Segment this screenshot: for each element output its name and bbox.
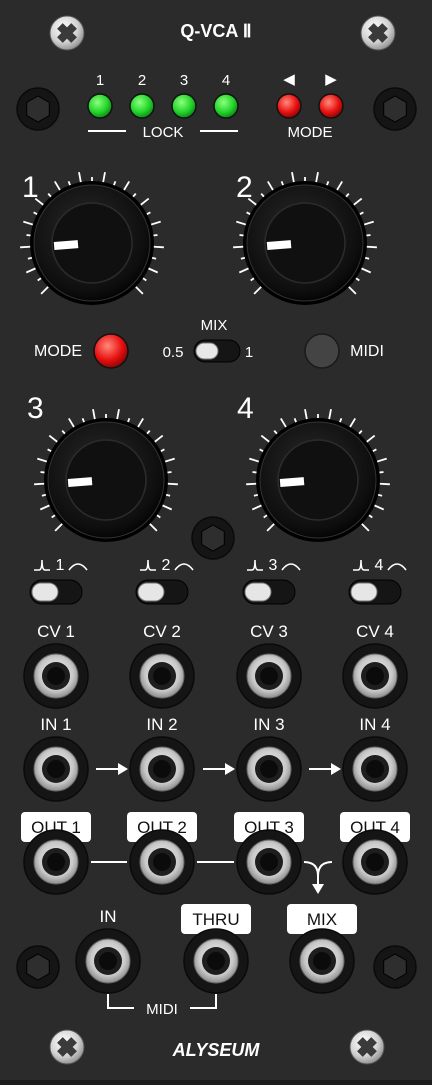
curve-switch-2[interactable] — [135, 579, 189, 605]
arrow-right-icon — [96, 763, 128, 775]
knob-label-3: 3 — [27, 392, 44, 425]
lock-number-3: 3 — [180, 72, 188, 89]
curve-switch-label-3: 3 — [269, 557, 278, 574]
curve-switch-3[interactable] — [242, 579, 296, 605]
curve-switch-4[interactable] — [348, 579, 402, 605]
lock-number-1: 1 — [96, 72, 104, 89]
in-label-1: IN 1 — [40, 715, 71, 734]
curve-legend-3: 3 — [247, 557, 301, 574]
cv-jack-3[interactable] — [236, 643, 302, 709]
mix-switch[interactable] — [193, 339, 241, 363]
out-jack-1[interactable] — [23, 829, 89, 895]
brand-logo: ALYSEUM — [172, 1040, 261, 1060]
mix-out-jack[interactable] — [289, 928, 355, 994]
phillips-screw-icon — [49, 1029, 85, 1065]
lock-led-2 — [129, 93, 155, 119]
midi-thru-jack[interactable] — [183, 928, 249, 994]
mode-led-group: ◀ ▶ MODE — [276, 71, 344, 141]
mode-led-right — [318, 93, 344, 119]
curve-switch-label-4: 4 — [375, 557, 384, 574]
cv-label-3: CV 3 — [250, 622, 288, 641]
lock-number-4: 4 — [222, 72, 230, 89]
phillips-screw-icon — [49, 15, 85, 51]
lock-label: LOCK — [143, 124, 184, 141]
hex-standoff-icon — [373, 945, 417, 989]
exp-curve-icon — [353, 559, 369, 571]
phillips-screw-icon — [360, 15, 396, 51]
lock-led-4 — [213, 93, 239, 119]
knob-label-1: 1 — [22, 171, 39, 204]
mix-switch-right-label: 1 — [245, 344, 253, 361]
hex-standoff-icon — [191, 516, 235, 560]
log-curve-icon — [174, 563, 194, 571]
gain-knob-4[interactable] — [246, 409, 390, 542]
phillips-screw-icon — [349, 1029, 385, 1065]
mode-led-label: MODE — [288, 124, 333, 141]
midi-in-label: IN — [100, 907, 117, 926]
in-jack-2[interactable] — [129, 736, 195, 802]
curve-legend-1: 1 — [34, 557, 88, 574]
arrow-right-icon — [309, 763, 341, 775]
exp-curve-icon — [140, 559, 156, 571]
exp-curve-icon — [247, 559, 263, 571]
cv-label-2: CV 2 — [143, 622, 181, 641]
cv-jack-4[interactable] — [342, 643, 408, 709]
cv-jack-1[interactable] — [23, 643, 89, 709]
midi-thru-label: THRU — [192, 910, 239, 929]
lock-led-1 — [87, 93, 113, 119]
curve-switch-label-2: 2 — [162, 557, 171, 574]
out-jack-4[interactable] — [342, 829, 408, 895]
in-label-4: IN 4 — [359, 715, 390, 734]
cv-label-4: CV 4 — [356, 622, 394, 641]
hex-standoff-icon — [373, 87, 417, 131]
gain-knob-2[interactable] — [233, 172, 377, 305]
knob-label-2: 2 — [236, 171, 253, 204]
curve-legend-4: 4 — [353, 557, 407, 574]
mode-led-left — [276, 93, 302, 119]
log-curve-icon — [281, 563, 301, 571]
mode-arrow-right-icon: ▶ — [325, 71, 337, 88]
lock-led-3 — [171, 93, 197, 119]
lock-number-2: 2 — [138, 72, 146, 89]
panel-graphics: Q-VCA Ⅱ 1 2 3 4 LOCK ◀ ▶ MODE MODE MIX 0… — [16, 15, 417, 1065]
in-label-2: IN 2 — [146, 715, 177, 734]
out-jack-2[interactable] — [129, 829, 195, 895]
arrow-right-icon — [203, 763, 235, 775]
exp-curve-icon — [34, 559, 50, 571]
mode-button-label: MODE — [34, 343, 82, 360]
log-curve-icon — [68, 563, 88, 571]
hex-standoff-icon — [16, 87, 60, 131]
module-title: Q-VCA Ⅱ — [180, 21, 251, 41]
gain-knob-3[interactable] — [34, 409, 178, 542]
mix-switch-left-label: 0.5 — [163, 344, 184, 361]
in-jack-3[interactable] — [236, 736, 302, 802]
mode-button[interactable] — [93, 333, 129, 369]
midi-button-label: MIDI — [350, 343, 384, 360]
gain-knob-1[interactable] — [20, 172, 164, 305]
mix-switch-label: MIX — [201, 317, 228, 334]
knob-label-4: 4 — [237, 392, 254, 425]
midi-in-jack[interactable] — [75, 928, 141, 994]
log-curve-icon — [387, 563, 407, 571]
in-jack-4[interactable] — [342, 736, 408, 802]
module-panel: Q-VCA Ⅱ 1 2 3 4 LOCK ◀ ▶ MODE MODE MIX 0… — [0, 0, 432, 1080]
midi-group-label: MIDI — [146, 1001, 178, 1018]
lock-led-group: 1 2 3 4 LOCK — [87, 72, 239, 141]
curve-legend-2: 2 — [140, 557, 194, 574]
mode-arrow-left-icon: ◀ — [283, 71, 295, 88]
hex-standoff-icon — [16, 945, 60, 989]
in-label-3: IN 3 — [253, 715, 284, 734]
curve-switch-label-1: 1 — [56, 557, 65, 574]
cv-label-1: CV 1 — [37, 622, 75, 641]
out-jack-3[interactable] — [236, 829, 302, 895]
out-to-mix-arrow-icon — [312, 884, 324, 894]
midi-button[interactable] — [304, 333, 340, 369]
in-jack-1[interactable] — [23, 736, 89, 802]
mix-out-label: MIX — [307, 910, 337, 929]
cv-jack-2[interactable] — [129, 643, 195, 709]
curve-switch-1[interactable] — [29, 579, 83, 605]
